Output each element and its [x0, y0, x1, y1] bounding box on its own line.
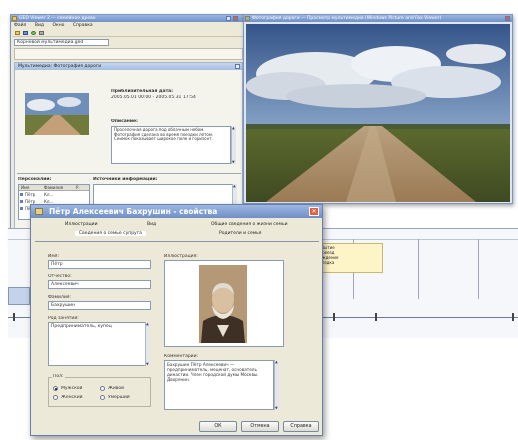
media-panel-title: Мультимедиа: Фотография дороги [18, 64, 102, 69]
timeline-tick [333, 313, 335, 321]
settings-icon[interactable] [39, 31, 44, 35]
path-bar[interactable]: Корневой мультимедиа.ged [14, 39, 109, 46]
persons-table-header: Имя Фамилия Р. [19, 185, 89, 191]
menu-file[interactable]: Файл [14, 23, 26, 28]
ok-button[interactable]: ОК [199, 421, 237, 432]
name-label: Имя: [48, 254, 59, 259]
tab-family-life[interactable]: Общие сведения о жизни семьи [211, 222, 288, 227]
menu-view[interactable]: Вид [35, 23, 44, 28]
person-properties-dialog: Пётр Алексеевич Бахрушин - свойства ✕ Ил… [30, 204, 323, 436]
surname-field[interactable]: Бахрушин [48, 301, 151, 310]
patronymic-field[interactable]: Алексеевич [48, 280, 151, 289]
gender-label: Пол: [52, 374, 65, 379]
comments-label: Комментарии: [164, 354, 199, 359]
row-name: Пётр [25, 192, 36, 197]
portrait-photo[interactable] [199, 265, 247, 343]
gender-male-label[interactable]: Мужской [61, 386, 82, 391]
viewer-icon [245, 16, 250, 21]
description-field[interactable]: Проселочная дорога под облачным небом. Ф… [111, 126, 231, 164]
status-alive-radio[interactable] [100, 386, 105, 391]
person-icon [20, 193, 23, 196]
tab-spouse-family[interactable]: Сведения о семье супруга [75, 231, 146, 236]
occupation-field[interactable]: Предприниматель, купец [48, 322, 146, 366]
minimize-icon[interactable] [226, 16, 231, 21]
date-value: 2005.05.01 00:00 - 2005.05.31 17:54 [111, 95, 196, 100]
timeline-tick [13, 313, 15, 321]
toolbar [13, 30, 243, 37]
menu-help[interactable]: Справка [73, 23, 93, 28]
patronymic-label: Отчество: [48, 274, 72, 279]
comments-field[interactable]: Бахрушин Пётр Алексеевич — предпринимате… [164, 360, 274, 410]
timeline-tick [512, 313, 514, 321]
sources-label: Источники информации: [93, 177, 158, 182]
person-icon [20, 200, 23, 203]
row-surname: Кл... [44, 192, 54, 197]
description-scrollbar[interactable] [231, 126, 236, 164]
illustration-label: Иллюстрация: [164, 254, 198, 259]
col-r[interactable]: Р. [76, 185, 80, 191]
panel-close-icon[interactable] [235, 64, 240, 69]
surname-label: Фамилия: [48, 295, 71, 300]
timeline-marker [478, 239, 479, 299]
viewer-title: Фотография дороги — Просмотр мультимедиа… [252, 16, 442, 21]
dialog-title: Пётр Алексеевич Бахрушин - свойства [49, 207, 218, 216]
col-surname[interactable]: Фамилия [44, 185, 63, 191]
tab-strip: Иллюстрации Вид Общие сведения о жизни с… [35, 220, 319, 242]
person-icon [20, 207, 23, 210]
main-app-title: GED Viewer 2 — семейное древо [19, 16, 96, 21]
gender-group [48, 377, 151, 407]
status-alive-label[interactable]: Живой [108, 386, 124, 391]
timeline-event-box[interactable]: событие переезд рождение поездка [315, 243, 383, 273]
gender-female-label[interactable]: Женский [61, 395, 83, 400]
app-icon [12, 16, 17, 21]
tab-illustrations[interactable]: Иллюстрации [65, 222, 98, 227]
refresh-icon[interactable] [31, 31, 36, 35]
viewer-titlebar[interactable]: Фотография дороги — Просмотр мультимедиа… [244, 15, 512, 22]
main-app-titlebar[interactable]: GED Viewer 2 — семейное древо [11, 15, 245, 22]
tab-view[interactable]: Вид [147, 222, 156, 227]
menu-window[interactable]: Окно [52, 23, 64, 28]
help-button[interactable]: Справка [283, 421, 319, 432]
name-field[interactable]: Пётр [48, 260, 151, 269]
viewer-close-icon[interactable] [505, 16, 510, 21]
dialog-close-icon[interactable]: ✕ [309, 207, 319, 216]
gender-male-radio[interactable] [53, 386, 58, 391]
description-label: Описание: [111, 119, 138, 124]
gender-female-radio[interactable] [53, 395, 58, 400]
media-panel-header: Мультимедиа: Фотография дороги [15, 63, 242, 70]
timeline-person-strip [8, 287, 30, 305]
cancel-button[interactable]: Отмена [241, 421, 279, 432]
status-deceased-radio[interactable] [100, 395, 105, 400]
open-icon[interactable] [15, 31, 20, 35]
status-deceased-label[interactable]: Умерший [108, 395, 130, 400]
save-icon[interactable] [23, 31, 28, 35]
road-photo [246, 24, 510, 202]
road-thumbnail [25, 93, 89, 135]
dialog-icon [35, 208, 43, 215]
menu-bar: Файл Вид Окно Справка [14, 23, 100, 28]
comments-scrollbar[interactable] [274, 360, 279, 410]
close-icon[interactable] [233, 16, 238, 21]
persons-label: Персоналии: [18, 177, 52, 182]
occupation-label: Род занятий: [48, 316, 79, 321]
image-viewer-window: Фотография дороги — Просмотр мультимедиа… [243, 14, 513, 204]
timeline-marker [418, 239, 419, 299]
tab-parents-family[interactable]: Родители и семья [219, 231, 261, 236]
date-label: Приблизительная дата: [111, 89, 174, 94]
path-area [14, 48, 243, 60]
occupation-scrollbar[interactable] [145, 322, 150, 366]
dialog-titlebar[interactable]: Пётр Алексеевич Бахрушин - свойства ✕ [31, 205, 322, 218]
panel-divider [17, 173, 241, 174]
col-name[interactable]: Имя [21, 185, 29, 191]
table-row[interactable]: Пётр Кл... [19, 192, 89, 198]
timeline-tick [375, 313, 377, 321]
